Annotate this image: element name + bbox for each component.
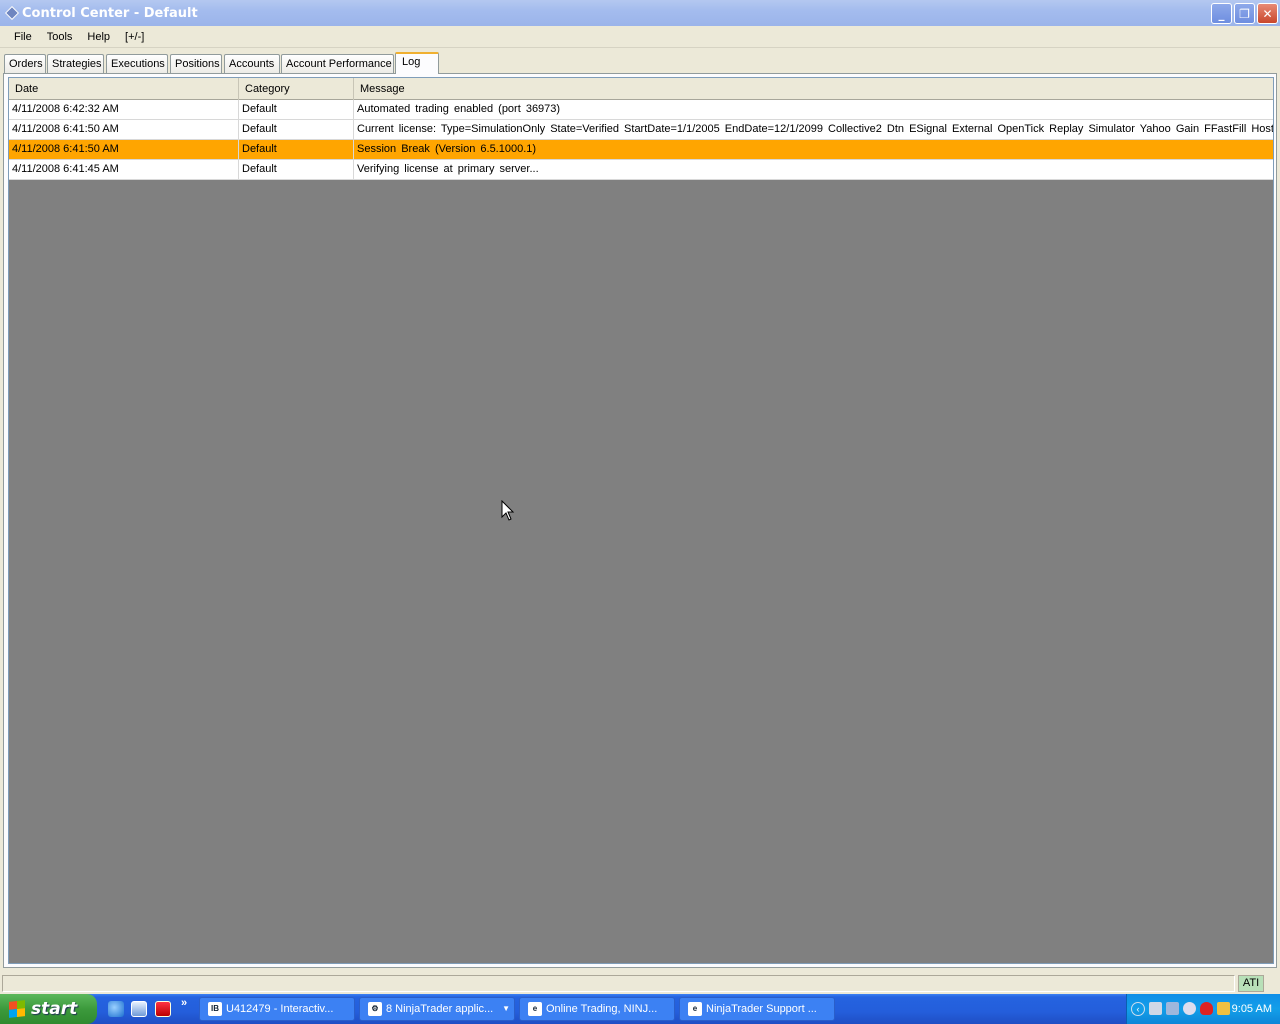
log-category: Default — [239, 120, 354, 140]
ninjatrader-app-icon[interactable] — [4, 6, 18, 20]
maximize-button[interactable]: ❐ — [1234, 3, 1255, 24]
network-icon[interactable] — [1149, 1002, 1162, 1015]
log-category: Default — [239, 140, 354, 160]
tab-positions[interactable]: Positions — [170, 54, 222, 73]
tab-executions[interactable]: Executions — [106, 54, 168, 73]
log-row[interactable]: 4/11/2008 6:41:45 AM Default Verifying l… — [9, 160, 1273, 180]
ie-page-icon: e — [688, 1002, 702, 1016]
menu-tools[interactable]: Tools — [40, 26, 80, 48]
tab-account-performance[interactable]: Account Performance — [281, 54, 394, 73]
quick-launch-overflow-icon[interactable]: » — [181, 997, 187, 1009]
menu-bar: File Tools Help [+/-] — [0, 26, 1280, 48]
log-row[interactable]: 4/11/2008 6:42:32 AM Default Automated t… — [9, 100, 1273, 120]
log-grid[interactable]: Date Category Message 4/11/2008 6:42:32 … — [8, 77, 1274, 964]
volume-icon[interactable] — [1183, 1002, 1196, 1015]
column-header-message[interactable]: Message — [354, 78, 1273, 100]
log-row-highlighted[interactable]: 4/11/2008 6:41:50 AM Default Session Bre… — [9, 140, 1273, 160]
start-button[interactable]: start — [0, 994, 97, 1024]
taskbar-item-ninjatrader-support[interactable]: e NinjaTrader Support ... — [679, 997, 835, 1021]
tab-accounts[interactable]: Accounts — [224, 54, 280, 73]
task-label: NinjaTrader Support ... — [706, 1003, 817, 1015]
taskbar-clock[interactable]: 9:05 AM — [1232, 994, 1272, 1024]
log-category: Default — [239, 160, 354, 180]
start-label: start — [31, 999, 78, 1019]
taskbar-item-ninjatrader-group[interactable]: ⚙ 8 NinjaTrader applic... ▼ — [359, 997, 515, 1021]
menu-expand-toggle[interactable]: [+/-] — [118, 26, 151, 48]
log-date: 4/11/2008 6:41:50 AM — [9, 120, 239, 140]
chevron-down-icon: ▼ — [502, 1004, 510, 1013]
system-tray: ‹ 9:05 AM — [1126, 994, 1280, 1024]
column-header-category[interactable]: Category — [239, 78, 354, 100]
log-date: 4/11/2008 6:41:45 AM — [9, 160, 239, 180]
taskbar-item-online-trading[interactable]: e Online Trading, NINJ... — [519, 997, 675, 1021]
ati-status-indicator[interactable]: ATI — [1238, 975, 1264, 992]
outlook-express-icon[interactable] — [131, 1001, 147, 1017]
show-hidden-icons-chevron-icon[interactable]: ‹ — [1131, 1002, 1145, 1016]
log-message: Automated trading enabled (port 36973) — [354, 100, 1273, 120]
log-grid-header: Date Category Message — [9, 78, 1273, 100]
status-bar: ATI — [0, 972, 1280, 994]
minimize-button[interactable]: _ — [1211, 3, 1232, 24]
windows-taskbar: start » IB U412479 - Interactiv... ⚙ 8 N… — [0, 994, 1280, 1024]
windows-logo-icon — [9, 1000, 25, 1018]
close-button[interactable]: ✕ — [1257, 3, 1278, 24]
ie-icon[interactable] — [108, 1001, 124, 1017]
log-message: Session Break (Version 6.5.1000.1) — [354, 140, 1273, 160]
task-label: Online Trading, NINJ... — [546, 1003, 658, 1015]
ie-page-icon: e — [528, 1002, 542, 1016]
menu-file[interactable]: File — [7, 26, 39, 48]
tab-orders[interactable]: Orders — [4, 54, 46, 73]
status-message-field — [2, 975, 1235, 992]
task-label: 8 NinjaTrader applic... — [386, 1003, 494, 1015]
menu-help[interactable]: Help — [80, 26, 117, 48]
window-controls: _ ❐ ✕ — [1211, 3, 1278, 24]
log-panel: Date Category Message 4/11/2008 6:42:32 … — [3, 73, 1277, 968]
log-category: Default — [239, 100, 354, 120]
app-icon[interactable] — [155, 1001, 171, 1017]
mouse-pointer-icon — [501, 500, 515, 521]
ninjatrader-icon: ⚙ — [368, 1002, 382, 1016]
tab-strip: Orders Strategies Executions Positions A… — [0, 52, 1280, 74]
taskbar-item-interactive-brokers[interactable]: IB U412479 - Interactiv... — [199, 997, 355, 1021]
column-header-date[interactable]: Date — [9, 78, 239, 100]
tab-log[interactable]: Log — [395, 52, 439, 74]
tab-strategies[interactable]: Strategies — [47, 54, 104, 73]
log-message: Current license: Type=SimulationOnly Sta… — [354, 120, 1273, 140]
window-title: Control Center - Default — [22, 5, 198, 21]
log-date: 4/11/2008 6:42:32 AM — [9, 100, 239, 120]
tray-app-icon[interactable] — [1217, 1002, 1230, 1015]
network-icon-2[interactable] — [1166, 1002, 1179, 1015]
title-bar[interactable]: Control Center - Default _ ❐ ✕ — [0, 0, 1280, 26]
security-shield-icon[interactable] — [1200, 1002, 1213, 1015]
ib-icon: IB — [208, 1002, 222, 1016]
log-row[interactable]: 4/11/2008 6:41:50 AM Default Current lic… — [9, 120, 1273, 140]
log-message: Verifying license at primary server... — [354, 160, 1273, 180]
log-date: 4/11/2008 6:41:50 AM — [9, 140, 239, 160]
task-label: U412479 - Interactiv... — [226, 1003, 334, 1015]
